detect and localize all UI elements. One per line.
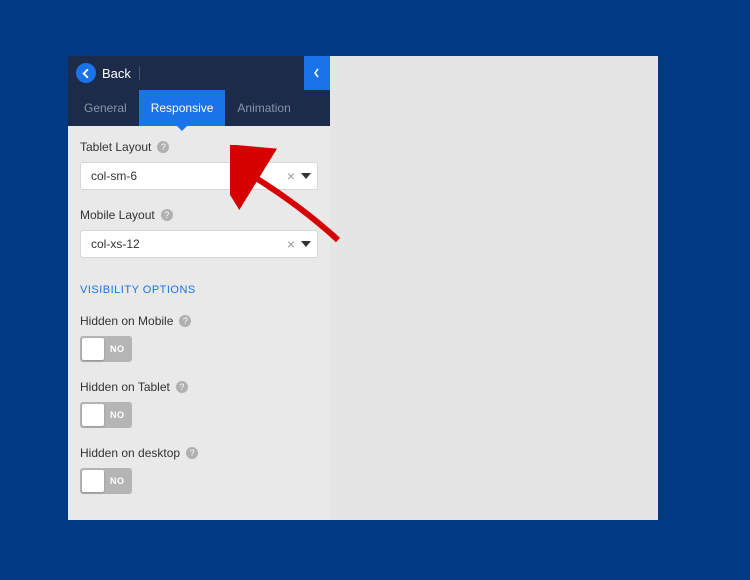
- hidden-desktop-label: Hidden on desktop ?: [80, 446, 318, 460]
- tablet-layout-select[interactable]: col-sm-6 ×: [80, 162, 318, 190]
- clear-icon[interactable]: ×: [281, 236, 301, 252]
- toggle-knob: [82, 470, 104, 492]
- toggle-knob: [82, 338, 104, 360]
- hidden-tablet-toggle[interactable]: NO: [80, 402, 132, 428]
- field-tablet-layout: Tablet Layout ? col-sm-6 ×: [80, 140, 318, 190]
- panel-responsive: Tablet Layout ? col-sm-6 × Mobile Layout…: [68, 126, 330, 520]
- mobile-layout-value: col-xs-12: [91, 237, 281, 251]
- tablet-layout-label: Tablet Layout ?: [80, 140, 318, 154]
- toggle-state: NO: [110, 476, 125, 486]
- mobile-layout-select[interactable]: col-xs-12 ×: [80, 230, 318, 258]
- hidden-mobile-toggle[interactable]: NO: [80, 336, 132, 362]
- editor-window: Back General Responsive Animation Tablet…: [68, 56, 658, 520]
- field-hidden-mobile: Hidden on Mobile ? NO: [80, 314, 318, 362]
- help-icon[interactable]: ?: [161, 209, 173, 221]
- back-button[interactable]: Back: [68, 63, 131, 83]
- hidden-mobile-label: Hidden on Mobile ?: [80, 314, 318, 328]
- sidebar-header: Back: [68, 56, 330, 90]
- tab-animation[interactable]: Animation: [225, 90, 302, 126]
- sidebar: Back General Responsive Animation Tablet…: [68, 56, 330, 520]
- toggle-state: NO: [110, 410, 125, 420]
- tabs: General Responsive Animation: [68, 90, 330, 126]
- tab-general[interactable]: General: [72, 90, 139, 126]
- clear-icon[interactable]: ×: [281, 168, 301, 184]
- toggle-knob: [82, 404, 104, 426]
- header-divider: [139, 66, 140, 80]
- hidden-desktop-toggle[interactable]: NO: [80, 468, 132, 494]
- tab-responsive[interactable]: Responsive: [139, 90, 226, 126]
- toggle-state: NO: [110, 344, 125, 354]
- field-hidden-desktop: Hidden on desktop ? NO: [80, 446, 318, 494]
- mobile-layout-label: Mobile Layout ?: [80, 208, 318, 222]
- help-icon[interactable]: ?: [176, 381, 188, 393]
- help-icon[interactable]: ?: [186, 447, 198, 459]
- collapse-sidebar-button[interactable]: [304, 56, 330, 90]
- help-icon[interactable]: ?: [157, 141, 169, 153]
- hidden-tablet-label: Hidden on Tablet ?: [80, 380, 318, 394]
- chevron-down-icon: [301, 241, 311, 247]
- back-arrow-icon: [76, 63, 96, 83]
- field-mobile-layout: Mobile Layout ? col-xs-12 ×: [80, 208, 318, 258]
- back-label: Back: [102, 66, 131, 81]
- chevron-down-icon: [301, 173, 311, 179]
- field-hidden-tablet: Hidden on Tablet ? NO: [80, 380, 318, 428]
- help-icon[interactable]: ?: [179, 315, 191, 327]
- visibility-section-title: VISIBILITY OPTIONS: [80, 284, 318, 296]
- tablet-layout-value: col-sm-6: [91, 169, 281, 183]
- main-canvas: [330, 56, 658, 520]
